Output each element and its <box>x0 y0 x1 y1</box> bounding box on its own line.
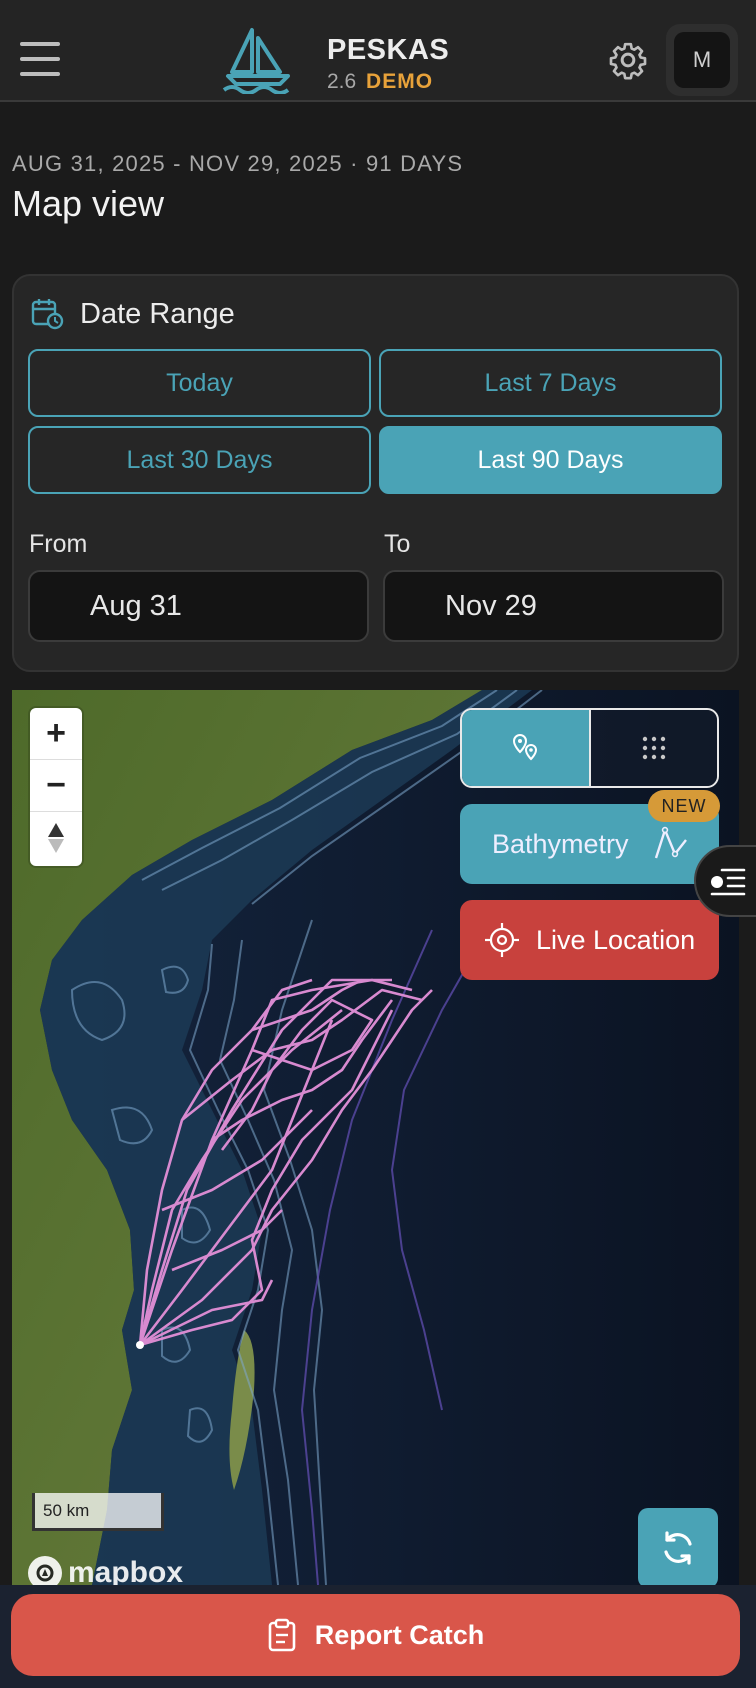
crosshair-icon <box>485 923 519 957</box>
filter-panel-toggle[interactable] <box>694 845 756 917</box>
new-badge: NEW <box>648 790 720 822</box>
mapbox-attribution[interactable]: mapbox <box>28 1556 183 1585</box>
map-pins-icon <box>513 733 538 761</box>
avatar-initial: M <box>674 32 730 88</box>
report-catch-button[interactable]: Report Catch <box>11 1594 740 1676</box>
hamburger-menu-icon[interactable] <box>20 42 60 76</box>
grid-dots-icon <box>642 736 665 760</box>
mapbox-wordmark: mapbox <box>68 1556 184 1585</box>
app-name: PESKAS <box>327 34 450 66</box>
compass-icon <box>48 823 64 853</box>
to-date-field[interactable]: Nov 29 <box>383 570 724 642</box>
zoom-controls: + − <box>30 708 82 866</box>
report-catch-label: Report Catch <box>314 1619 485 1650</box>
date-range-panel: Date Range Today Last 7 Days Last 30 Day… <box>12 274 739 672</box>
mapbox-logo-icon <box>28 1556 62 1585</box>
tracks-layer-option[interactable] <box>462 710 589 786</box>
clipboard-icon <box>268 1618 296 1652</box>
zoom-out-button[interactable]: − <box>30 760 82 812</box>
app-header: PESKAS 2.6 DEMO M <box>0 0 756 102</box>
calendar-clock-icon <box>31 299 64 330</box>
layer-toggle <box>460 708 719 788</box>
refresh-button[interactable] <box>638 1508 718 1585</box>
live-location-button[interactable]: Live Location <box>460 900 719 980</box>
date-range-title: Date Range <box>80 298 235 330</box>
gear-icon[interactable] <box>608 40 648 80</box>
from-label: From <box>29 530 88 558</box>
range-30-days-button[interactable]: Last 30 Days <box>28 426 371 494</box>
map-view[interactable]: + − Bathymetry NEW Live Location 50 km m… <box>12 690 739 1585</box>
range-today-button[interactable]: Today <box>28 349 371 417</box>
live-location-label: Live Location <box>536 924 696 955</box>
grid-layer-option[interactable] <box>588 710 717 786</box>
filter-list-icon <box>710 868 746 896</box>
date-range-caption: AUG 31, 2025 - NOV 29, 2025 · 91 DAYS <box>12 151 464 176</box>
wave-line-icon <box>654 826 687 859</box>
range-90-days-button[interactable]: Last 90 Days <box>379 426 722 494</box>
range-7-days-button[interactable]: Last 7 Days <box>379 349 722 417</box>
sailboat-logo-icon <box>222 28 290 94</box>
map-scale: 50 km <box>32 1493 164 1531</box>
app-version: 2.6 DEMO <box>327 70 433 94</box>
version-number: 2.6 <box>327 70 357 93</box>
to-label: To <box>384 530 411 558</box>
compass-reset-button[interactable] <box>30 812 82 864</box>
from-date-field[interactable]: Aug 31 <box>28 570 369 642</box>
demo-badge: DEMO <box>366 70 434 93</box>
refresh-icon <box>664 1531 692 1565</box>
zoom-in-button[interactable]: + <box>30 708 82 760</box>
user-avatar[interactable]: M <box>666 24 738 96</box>
page-title: Map view <box>12 183 165 224</box>
bathymetry-label: Bathymetry <box>492 828 629 859</box>
